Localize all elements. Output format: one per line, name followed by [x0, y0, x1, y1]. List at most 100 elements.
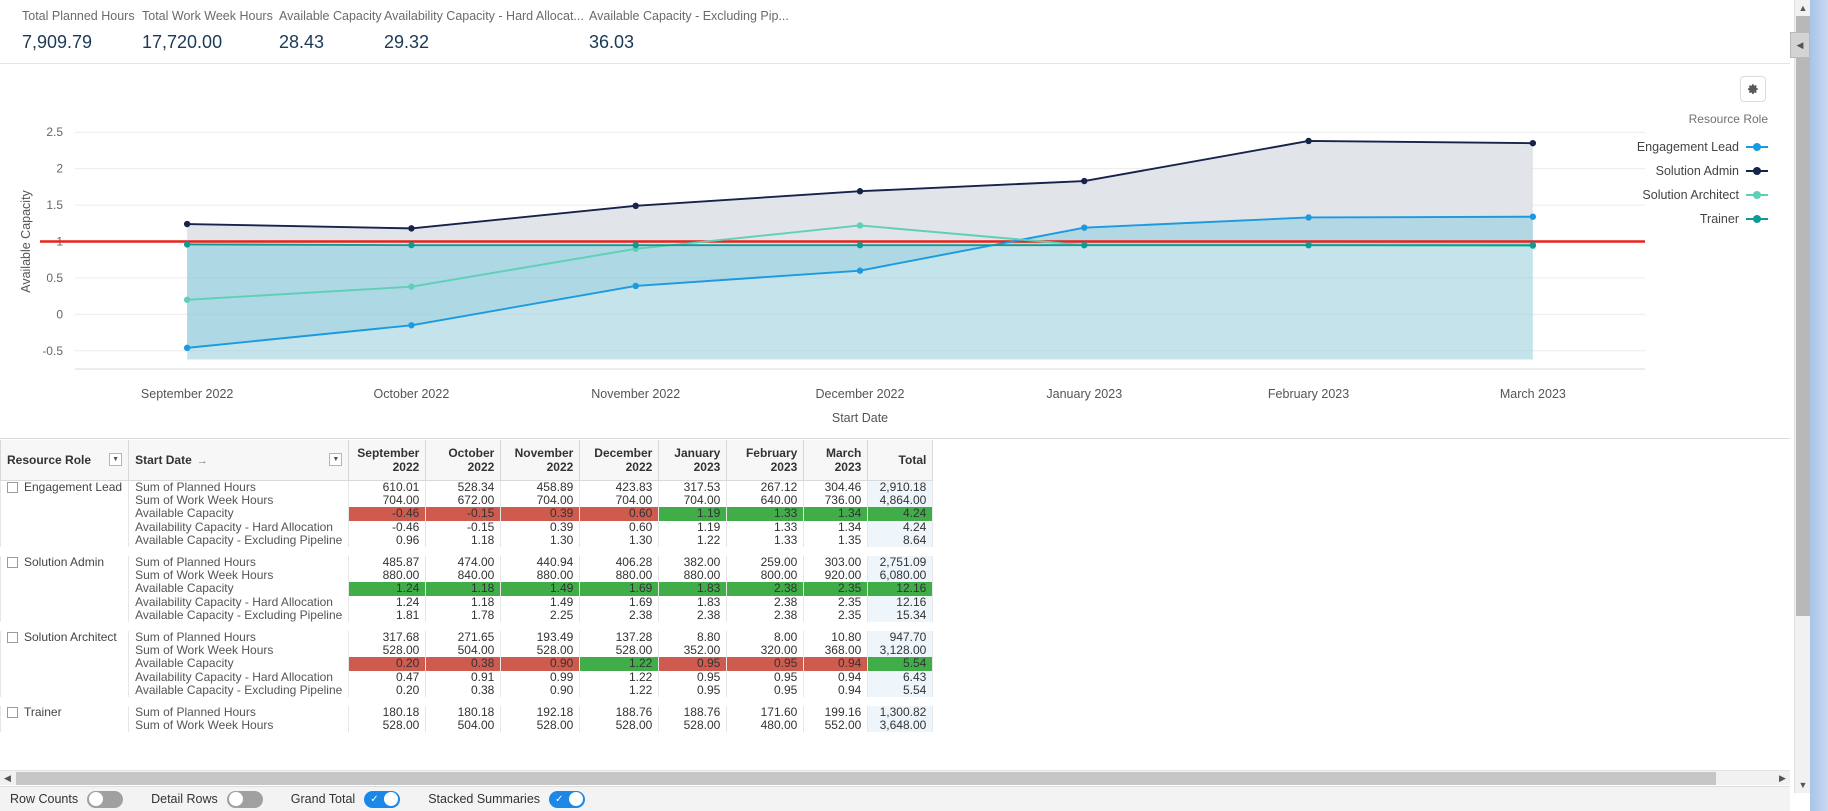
- table-row[interactable]: Available Capacity 0.20 0.38 0.90 1.22 0.95 0.…: [1, 657, 934, 671]
- data-cell[interactable]: 610.01: [348, 480, 427, 495]
- toggle-group-grand-total[interactable]: Grand Total ✓: [291, 790, 401, 808]
- data-cell[interactable]: 1.19: [658, 507, 728, 521]
- legend-item-engagement-lead[interactable]: Engagement Lead: [1588, 135, 1768, 159]
- data-cell[interactable]: 304.46: [803, 480, 869, 495]
- data-cell[interactable]: 504.00: [425, 719, 502, 733]
- column-header-start-date[interactable]: Start Date → ▼: [128, 440, 350, 481]
- collapse-panel-button[interactable]: ◀: [1790, 32, 1810, 58]
- data-cell[interactable]: 1.34: [803, 507, 869, 521]
- table-row[interactable]: Engagement Lead Sum of Planned Hours 610.0…: [0, 480, 934, 548]
- column-header-february-2023[interactable]: February 2023: [726, 440, 805, 481]
- data-cell[interactable]: 0.95: [726, 670, 805, 684]
- data-cell[interactable]: 458.89: [500, 480, 581, 495]
- toggle-switch[interactable]: ✓: [549, 790, 586, 808]
- filter-dropdown-icon[interactable]: ▼: [329, 453, 343, 466]
- filter-dropdown-icon[interactable]: ▼: [109, 453, 123, 466]
- data-cell[interactable]: 0.39: [500, 507, 581, 521]
- column-header-resource-role[interactable]: Resource Role ▼: [0, 440, 130, 481]
- data-cell[interactable]: 0.95: [658, 657, 728, 671]
- horizontal-scrollbar[interactable]: ◀ ▶: [0, 770, 1790, 785]
- data-cell[interactable]: 423.83: [579, 480, 660, 495]
- total-cell[interactable]: 5.54: [867, 683, 934, 698]
- data-cell[interactable]: 528.34: [425, 480, 502, 495]
- line-chart[interactable]: -0.500.511.522.5Available CapacitySeptem…: [0, 64, 1660, 439]
- data-cell[interactable]: 0.60: [579, 520, 660, 534]
- data-cell[interactable]: 1.33: [726, 507, 805, 521]
- row-group-role[interactable]: Solution Admin: [0, 555, 130, 623]
- column-header-january-2023[interactable]: January 2023: [658, 440, 728, 481]
- data-cell[interactable]: 528.00: [579, 719, 660, 733]
- toggle-switch[interactable]: ✓: [226, 790, 263, 808]
- table-row[interactable]: Available Capacity -0.46 -0.15 0.39 0.60 1.19…: [1, 507, 934, 521]
- toggle-switch[interactable]: ✓: [87, 790, 124, 808]
- data-cell[interactable]: 0.99: [500, 670, 581, 684]
- data-cell[interactable]: 2.38: [726, 595, 805, 609]
- legend-item-trainer[interactable]: Trainer: [1588, 207, 1768, 231]
- data-cell[interactable]: 1.18: [425, 582, 502, 596]
- data-cell[interactable]: 0.95: [726, 657, 805, 671]
- data-cell[interactable]: 1.33: [726, 533, 805, 548]
- data-cell[interactable]: -0.46: [348, 507, 427, 521]
- data-cell[interactable]: 552.00: [803, 719, 869, 733]
- row-select-checkbox[interactable]: [7, 557, 18, 569]
- total-cell[interactable]: 4.24: [867, 507, 934, 521]
- data-cell[interactable]: 1.24: [348, 582, 427, 596]
- data-cell[interactable]: 1.35: [803, 533, 869, 548]
- row-group-role[interactable]: Solution Architect: [0, 630, 130, 698]
- data-cell[interactable]: 2.25: [500, 608, 581, 623]
- data-cell[interactable]: 0.94: [803, 670, 869, 684]
- total-cell[interactable]: 6.43: [867, 670, 934, 684]
- row-select-checkbox[interactable]: [7, 632, 18, 644]
- data-cell[interactable]: 1.19: [658, 520, 728, 534]
- total-cell[interactable]: 8.64: [867, 533, 934, 548]
- data-cell[interactable]: 2.38: [579, 608, 660, 623]
- data-cell[interactable]: 528.00: [658, 719, 728, 733]
- table-row[interactable]: Available Capacity - Excluding Pipeline 0…: [1, 533, 934, 548]
- table-row[interactable]: Available Capacity - Excluding Pipeline 0…: [1, 683, 934, 698]
- data-cell[interactable]: -0.15: [425, 520, 502, 534]
- data-cell[interactable]: 0.20: [348, 683, 427, 698]
- toggle-group-detail-rows[interactable]: Detail Rows ✓: [151, 790, 263, 808]
- data-cell[interactable]: 0.90: [500, 657, 581, 671]
- data-cell[interactable]: 1.83: [658, 595, 728, 609]
- total-cell[interactable]: 5.54: [867, 657, 934, 671]
- data-cell[interactable]: 1.30: [579, 533, 660, 548]
- data-cell[interactable]: 0.95: [658, 670, 728, 684]
- vertical-scroll-thumb[interactable]: [1796, 16, 1810, 616]
- data-cell[interactable]: 0.94: [803, 683, 869, 698]
- data-cell[interactable]: 2.38: [658, 608, 728, 623]
- row-select-checkbox[interactable]: [7, 482, 18, 494]
- table-row[interactable]: Availability Capacity - Hard Allocation 1…: [1, 595, 934, 609]
- table-row[interactable]: Available Capacity - Excluding Pipeline 1…: [1, 608, 934, 623]
- data-cell[interactable]: 0.38: [425, 683, 502, 698]
- data-cell[interactable]: 0.96: [348, 533, 427, 548]
- data-cell[interactable]: 1.22: [579, 657, 660, 671]
- scroll-up-button[interactable]: ▲: [1795, 0, 1811, 16]
- table-row[interactable]: Available Capacity 1.24 1.18 1.49 1.69 1.83 2.…: [1, 582, 934, 596]
- data-cell[interactable]: 2.38: [726, 582, 805, 596]
- legend-item-solution-architect[interactable]: Solution Architect: [1588, 183, 1768, 207]
- data-cell[interactable]: 1.22: [658, 533, 728, 548]
- total-cell[interactable]: 12.16: [867, 582, 934, 596]
- table-row[interactable]: Availability Capacity - Hard Allocation 0…: [1, 670, 934, 684]
- data-cell[interactable]: 1.49: [500, 582, 581, 596]
- data-cell[interactable]: 1.81: [348, 608, 427, 623]
- data-cell[interactable]: 1.22: [579, 683, 660, 698]
- column-header-october-2022[interactable]: October 2022: [425, 440, 502, 481]
- data-cell[interactable]: 1.33: [726, 520, 805, 534]
- data-cell[interactable]: -0.46: [348, 520, 427, 534]
- total-cell[interactable]: 4.24: [867, 520, 934, 534]
- data-cell[interactable]: 2.35: [803, 608, 869, 623]
- toggle-switch[interactable]: ✓: [364, 790, 401, 808]
- table-row[interactable]: Sum of Work Week Hours 528.00 504.00 528.00…: [1, 719, 934, 733]
- data-cell[interactable]: 0.94: [803, 657, 869, 671]
- toggle-group-row-counts[interactable]: Row Counts ✓: [10, 790, 124, 808]
- total-cell[interactable]: 3,648.00: [867, 719, 934, 733]
- data-cell[interactable]: 528.00: [348, 719, 427, 733]
- data-cell[interactable]: 1.22: [579, 670, 660, 684]
- data-cell[interactable]: 1.30: [500, 533, 581, 548]
- data-cell[interactable]: 0.47: [348, 670, 427, 684]
- data-cell[interactable]: 0.20: [348, 657, 427, 671]
- total-cell[interactable]: 2,910.18: [867, 480, 934, 495]
- total-cell[interactable]: 15.34: [867, 608, 934, 623]
